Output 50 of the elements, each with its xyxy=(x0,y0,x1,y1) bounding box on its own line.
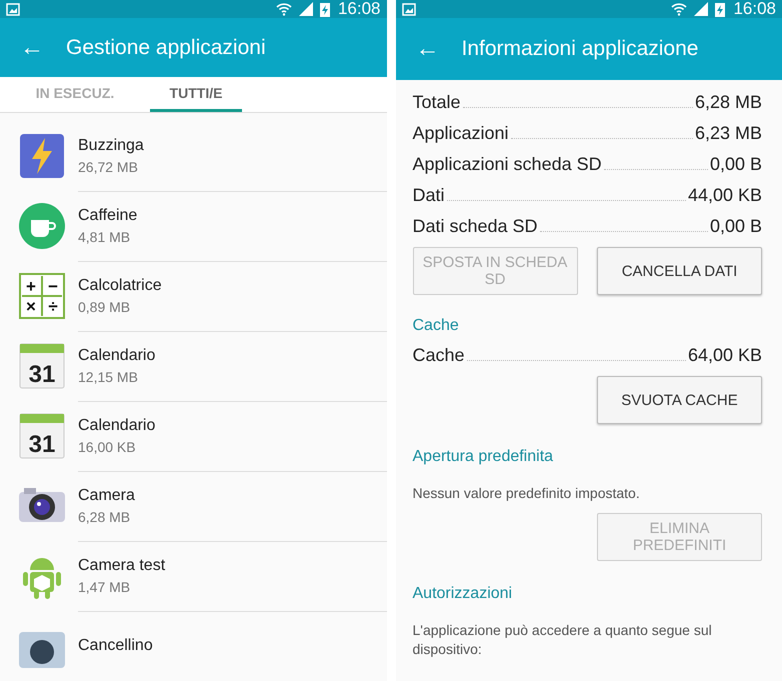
signal-icon xyxy=(298,2,314,16)
storage-value: 64,00 KB xyxy=(688,345,762,366)
coffee-cup-icon xyxy=(18,202,66,250)
storage-label: Applicazioni xyxy=(412,123,509,144)
wifi-icon xyxy=(671,2,688,16)
app-name[interactable]: Caffeine xyxy=(78,206,386,224)
wifi-icon xyxy=(276,2,292,16)
calendar-icon: 31 xyxy=(18,412,66,460)
action-button[interactable]: CANCELLA DATI xyxy=(597,247,762,295)
app-size: 4,81 MB xyxy=(78,228,132,244)
storage-label: Dati xyxy=(412,185,445,206)
image-icon xyxy=(402,2,416,16)
app-name[interactable]: Buzzinga xyxy=(78,136,386,154)
calendar-icon: 31 xyxy=(18,342,66,390)
image-icon xyxy=(6,2,20,16)
app-size: 1,47 MB xyxy=(78,578,132,594)
action-button[interactable]: SVUOTA CACHE xyxy=(597,376,762,424)
storage-value: 44,00 KB xyxy=(688,185,762,206)
app-size: 6,28 MB xyxy=(78,508,132,524)
storage-label: Cache xyxy=(412,345,465,366)
lightning-bolt-icon xyxy=(18,132,66,180)
storage-value: 6,23 MB xyxy=(694,123,762,144)
section-header: Cache xyxy=(412,317,460,335)
app-size: 26,72 MB xyxy=(78,158,139,174)
signal-icon xyxy=(693,2,710,16)
storage-value: 0,00 B xyxy=(710,216,762,237)
section-header: Autorizzazioni xyxy=(412,584,514,603)
screen-title: Informazioni applicazione xyxy=(462,37,698,61)
app-name[interactable]: Camera xyxy=(78,486,386,504)
storage-value: 6,28 MB xyxy=(694,92,762,113)
calculator-icon: + − × ÷ xyxy=(18,272,66,320)
app-name[interactable]: Calcolatrice xyxy=(78,276,386,294)
storage-value: 0,00 B xyxy=(710,154,762,175)
app-name[interactable]: Cancellino xyxy=(78,636,386,654)
app-size: 0,89 MB xyxy=(78,298,132,314)
section-header: Apertura predefinita xyxy=(412,448,554,466)
app-size: 16,00 KB xyxy=(78,438,137,454)
storage-label: Totale xyxy=(412,92,461,113)
clock-time: 16:08 xyxy=(338,0,380,19)
storage-label: Applicazioni scheda SD xyxy=(412,154,602,175)
tab[interactable]: TUTTI/E xyxy=(150,77,242,112)
app-name[interactable]: Calendario xyxy=(78,416,386,434)
clock-time: 16:08 xyxy=(733,0,776,19)
screen-title: Gestione applicazioni xyxy=(66,36,266,60)
app-name[interactable]: Camera test xyxy=(78,556,386,574)
storage-label: Dati scheda SD xyxy=(412,216,538,237)
app-size: 12,15 MB xyxy=(78,368,139,384)
defaults-text: Nessun valore predefinito impostato. xyxy=(412,484,641,503)
permissions-text: L'applicazione può accedere a quanto segue sul dispositivo: xyxy=(412,620,713,659)
app-name[interactable]: Calendario xyxy=(78,346,386,364)
